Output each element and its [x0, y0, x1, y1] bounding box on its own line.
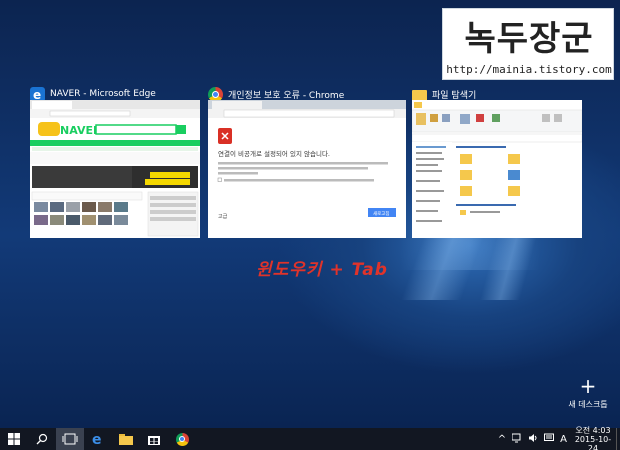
new-desktop-label: 새 데스크톱 [568, 400, 608, 409]
chrome-thumbnail[interactable]: 연결이 비공개로 설정되어 있지 않습니다. 고급 새로고침 [208, 100, 406, 238]
window-explorer[interactable]: 파일 탐색기 [412, 84, 582, 238]
taskbar-store[interactable] [140, 428, 168, 450]
input-method-indicator[interactable]: A [560, 434, 567, 445]
chrome-icon [175, 432, 189, 446]
clock-date: 2015-10-24 [574, 434, 612, 450]
folder-icon [119, 434, 133, 445]
taskbar-chrome[interactable] [168, 428, 196, 450]
blog-watermark: 녹두장군 http://mainia.tistory.com [442, 8, 614, 80]
show-desktop-button[interactable] [616, 428, 620, 450]
search-icon [36, 433, 48, 445]
store-icon [148, 436, 160, 445]
window-title: 개인정보 보호 오류 - Chrome [228, 90, 345, 101]
svg-text:새로고침: 새로고침 [373, 210, 390, 217]
task-view-icon [62, 433, 78, 445]
svg-text:e: e [92, 432, 102, 446]
search-button[interactable] [28, 428, 56, 450]
window-edge[interactable]: e NAVER - Microsoft Edge NAVER [30, 84, 200, 238]
action-center-icon[interactable] [544, 433, 555, 446]
show-hidden-icons-caret[interactable]: ^ [498, 434, 506, 445]
explorer-thumbnail[interactable] [412, 100, 582, 238]
edge-icon: e [92, 432, 102, 446]
clock-time: 오전 4:03 [575, 425, 611, 435]
shortcut-annotation: 윈도우키 + Tab [256, 260, 388, 280]
task-view-button[interactable] [56, 428, 84, 450]
start-button[interactable] [0, 428, 28, 450]
taskbar: e ^ A 오전 4:03 2015-10-24 [0, 426, 620, 450]
system-tray: ^ A 오전 4:03 2015-10-24 [495, 426, 620, 450]
plus-icon: + [579, 374, 597, 398]
volume-icon[interactable] [528, 433, 538, 446]
window-chrome[interactable]: 개인정보 보호 오류 - Chrome 연결이 비공개로 설정되어 있지 않습니… [208, 84, 406, 238]
folder-icon [412, 89, 427, 101]
explorer-page-preview [412, 100, 582, 238]
edge-page-preview: NAVER [30, 100, 200, 237]
edge-thumbnail[interactable]: NAVER [30, 100, 200, 238]
window-title: NAVER - Microsoft Edge [50, 89, 156, 99]
svg-text:고급: 고급 [218, 214, 228, 220]
watermark-title: 녹두장군 [464, 19, 594, 59]
window-title: 파일 탐색기 [432, 90, 477, 101]
new-desktop-button[interactable]: + 새 데스크톱 [560, 374, 616, 409]
watermark-url: http://mainia.tistory.com [446, 63, 612, 76]
network-icon[interactable] [511, 433, 522, 446]
taskbar-edge[interactable]: e [84, 428, 112, 450]
chrome-page-preview: 연결이 비공개로 설정되어 있지 않습니다. 고급 새로고침 [208, 100, 406, 220]
taskbar-explorer[interactable] [112, 428, 140, 450]
windows-logo-icon [8, 433, 20, 445]
clock[interactable]: 오전 4:03 2015-10-24 [570, 426, 616, 450]
svg-text:연결이 비공개로 설정되어 있지 않습니다.: 연결이 비공개로 설정되어 있지 않습니다. [218, 149, 330, 158]
